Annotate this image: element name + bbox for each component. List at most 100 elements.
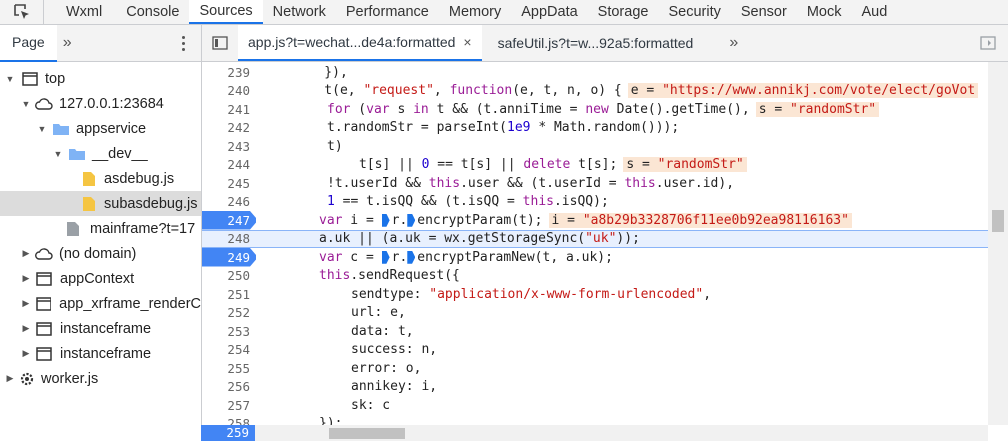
more-editor-tabs-icon[interactable]: » bbox=[729, 25, 738, 61]
tree-label: 127.0.0.1:23684 bbox=[59, 95, 164, 112]
expanded-arrow-icon[interactable]: ▼ bbox=[4, 74, 16, 84]
tree-node-no-domain[interactable]: ▶ (no domain) bbox=[0, 241, 201, 266]
folder-icon bbox=[69, 148, 85, 160]
tree-node-worker[interactable]: ▶ worker.js bbox=[0, 366, 201, 391]
breakpoint-marker[interactable]: 247 bbox=[202, 211, 256, 230]
code-line-breakpoint: 249 var c = r. encryptParamNew(t, a.uk); bbox=[202, 248, 988, 267]
tab-sensor[interactable]: Sensor bbox=[731, 0, 797, 24]
code-line: 257 sk: c bbox=[202, 396, 988, 415]
tree-node-instanceframe-1[interactable]: ▶ instanceframe bbox=[0, 316, 201, 341]
collapsed-arrow-icon[interactable]: ▶ bbox=[4, 373, 16, 384]
tab-appdata[interactable]: AppData bbox=[511, 0, 587, 24]
inline-value: s = "randomStr" bbox=[623, 157, 747, 173]
tree-node-subasdebug[interactable]: subasdebug.js bbox=[0, 191, 201, 216]
code-line: 242 t.randomStr = parseInt(1e9 * Math.ra… bbox=[202, 119, 988, 138]
tree-label: appservice bbox=[76, 120, 147, 137]
file-icon bbox=[67, 221, 79, 236]
tree-node-appservice[interactable]: ▼ appservice bbox=[0, 116, 201, 141]
expanded-arrow-icon[interactable]: ▼ bbox=[20, 99, 32, 109]
editor-tab-app-js[interactable]: app.js?t=wechat...de4a:formatted × bbox=[238, 25, 482, 61]
step-marker-icon[interactable] bbox=[381, 213, 390, 227]
js-file-icon bbox=[83, 171, 95, 186]
tab-sources[interactable]: Sources bbox=[189, 0, 263, 24]
line-number[interactable]: 255 bbox=[202, 359, 256, 378]
tree-label: (no domain) bbox=[59, 245, 137, 262]
breakpoint-marker[interactable]: 259 bbox=[201, 425, 255, 441]
inspect-element-icon[interactable] bbox=[0, 0, 44, 24]
step-marker-icon[interactable] bbox=[407, 250, 416, 264]
line-number[interactable]: 256 bbox=[202, 378, 256, 397]
tab-performance[interactable]: Performance bbox=[336, 0, 439, 24]
tab-storage[interactable]: Storage bbox=[588, 0, 659, 24]
line-number[interactable]: 241 bbox=[202, 100, 256, 119]
line-number[interactable]: 257 bbox=[202, 396, 256, 415]
code-editor[interactable]: 239 }), 240 t(e, "request", function(e, … bbox=[201, 62, 988, 425]
folder-icon bbox=[53, 123, 69, 135]
editor-tab-safeutil-js[interactable]: safeUtil.js?t=w...92a5:formatted bbox=[482, 25, 704, 61]
line-number[interactable]: 243 bbox=[202, 137, 256, 156]
tab-audits[interactable]: Aud bbox=[851, 0, 897, 24]
navigator-header: Page » bbox=[0, 24, 201, 62]
line-number[interactable]: 240 bbox=[202, 82, 256, 101]
line-number[interactable]: 254 bbox=[202, 341, 256, 360]
line-number[interactable]: 250 bbox=[202, 267, 256, 286]
tree-node-dev[interactable]: ▼ __dev__ bbox=[0, 141, 201, 166]
line-number[interactable]: 252 bbox=[202, 304, 256, 323]
tab-memory[interactable]: Memory bbox=[439, 0, 511, 24]
tree-node-top[interactable]: ▼ top bbox=[0, 66, 201, 91]
toggle-debugger-icon[interactable] bbox=[980, 25, 996, 61]
line-number[interactable]: 239 bbox=[202, 63, 256, 82]
tab-wxml[interactable]: Wxml bbox=[44, 0, 116, 24]
vertical-scrollbar[interactable] bbox=[988, 62, 1008, 425]
more-tabs-icon[interactable]: » bbox=[63, 34, 72, 52]
line-number[interactable]: 248 bbox=[202, 231, 256, 248]
line-number[interactable]: 251 bbox=[202, 285, 256, 304]
tree-label: instanceframe bbox=[60, 320, 152, 337]
frame-icon bbox=[22, 71, 38, 86]
tree-node-appcontext[interactable]: ▶ appContext bbox=[0, 266, 201, 291]
collapsed-arrow-icon[interactable]: ▶ bbox=[20, 323, 32, 334]
tree-node-xrframe[interactable]: ▶ app_xrframe_renderC bbox=[0, 291, 201, 316]
vertical-scrollbar-thumb[interactable] bbox=[992, 210, 1004, 232]
line-number[interactable]: 245 bbox=[202, 174, 256, 193]
tab-security[interactable]: Security bbox=[658, 0, 730, 24]
code-line: 253 data: t, bbox=[202, 322, 988, 341]
collapsed-arrow-icon[interactable]: ▶ bbox=[20, 348, 32, 359]
editor-tab-bar: app.js?t=wechat...de4a:formatted × safeU… bbox=[201, 25, 1008, 62]
code-line: 258 }); bbox=[202, 415, 988, 425]
line-number[interactable]: 258 bbox=[202, 415, 256, 425]
step-marker-icon[interactable] bbox=[381, 250, 390, 264]
tree-node-instanceframe-2[interactable]: ▶ instanceframe bbox=[0, 341, 201, 366]
code-line: 245 !t.userId && this.user && (t.userId … bbox=[202, 174, 988, 193]
tree-label: subasdebug.js bbox=[104, 195, 198, 212]
expanded-arrow-icon[interactable]: ▼ bbox=[36, 124, 48, 134]
collapsed-arrow-icon[interactable]: ▶ bbox=[20, 248, 32, 259]
tab-network[interactable]: Network bbox=[263, 0, 336, 24]
line-number[interactable]: 242 bbox=[202, 119, 256, 138]
line-number[interactable]: 253 bbox=[202, 322, 256, 341]
tree-node-host[interactable]: ▼ 127.0.0.1:23684 bbox=[0, 91, 201, 116]
tree-label: worker.js bbox=[41, 370, 99, 387]
tree-node-asdebug[interactable]: asdebug.js bbox=[0, 166, 201, 191]
expanded-arrow-icon[interactable]: ▼ bbox=[52, 149, 64, 159]
step-marker-icon[interactable] bbox=[407, 213, 416, 227]
tab-mock[interactable]: Mock bbox=[797, 0, 852, 24]
code-line: 244 t[s] || 0 == t[s] || delete t[s]; s =… bbox=[202, 156, 988, 175]
tab-page[interactable]: Page bbox=[0, 24, 57, 62]
collapsed-arrow-icon[interactable]: ▶ bbox=[20, 273, 32, 284]
toggle-navigator-icon[interactable] bbox=[202, 25, 238, 61]
collapsed-arrow-icon[interactable]: ▶ bbox=[20, 298, 32, 309]
line-number[interactable]: 246 bbox=[202, 193, 256, 212]
tree-label: asdebug.js bbox=[104, 170, 175, 187]
js-file-icon bbox=[83, 196, 95, 211]
horizontal-scrollbar-thumb[interactable] bbox=[329, 428, 405, 439]
close-tab-icon[interactable]: × bbox=[463, 34, 471, 50]
inline-value: e = "https://www.annikj.com/vote/elect/g… bbox=[627, 83, 979, 99]
horizontal-scrollbar[interactable] bbox=[255, 425, 988, 441]
tab-console[interactable]: Console bbox=[116, 0, 189, 24]
code-line: 250 this.sendRequest({ bbox=[202, 267, 988, 286]
line-number[interactable]: 244 bbox=[202, 156, 256, 175]
kebab-menu-icon[interactable] bbox=[182, 35, 185, 51]
breakpoint-marker[interactable]: 249 bbox=[202, 248, 256, 267]
tree-node-mainframe[interactable]: mainframe?t=17 bbox=[0, 216, 201, 241]
